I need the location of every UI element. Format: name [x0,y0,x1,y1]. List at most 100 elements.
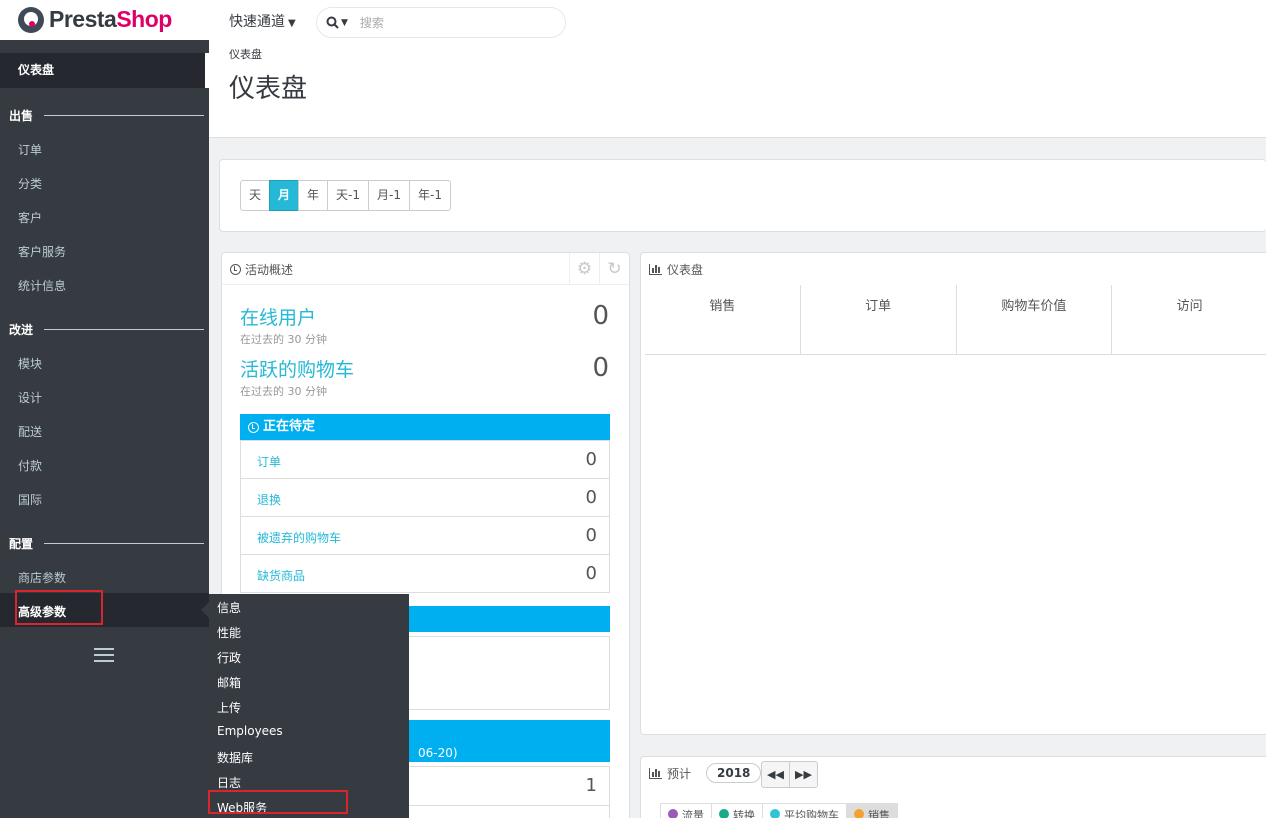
sidebar-item-shipping[interactable]: 配送 [18,423,42,440]
legend-average-cart[interactable]: 平均购物车 [762,803,847,818]
period-prev-day-button[interactable]: 天-1 [327,180,370,211]
sidebar-section-configure: 配置 [9,535,204,552]
forward-icon: ▶▶ [795,768,812,781]
caret-down-icon: ▼ [288,18,296,29]
menu-collapse-icon[interactable] [94,648,114,666]
forecast-legend: 流量 转换 平均购物车 销售 [660,803,898,818]
pending-header: 正在待定 [240,414,610,440]
backward-icon: ◀◀ [767,768,784,781]
search-box: ▼ [316,7,566,38]
legend-sales[interactable]: 销售 [846,803,898,818]
active-carts-value: 0 [592,353,609,383]
active-carts-link[interactable]: 活跃的购物车 [240,355,354,382]
sidebar-section-title: 出售 [9,109,34,123]
abandoned-carts-link[interactable]: 被遗弃的购物车 [257,529,341,546]
advanced-parameters-submenu: 信息 性能 行政 邮箱 上传 Employees 数据库 日志 Web服务 [201,594,409,818]
quick-access-label: 快速通道 [229,14,285,30]
sidebar-item-modules[interactable]: 模块 [18,355,42,372]
previous-year-button[interactable]: ◀◀ [761,761,790,788]
search-icon [326,16,339,29]
clock-icon [230,264,241,275]
quick-access-dropdown[interactable]: 快速通道 ▼ [229,11,296,31]
sidebar-item-design[interactable]: 设计 [18,389,42,406]
forecast-panel: 预计 2018 ◀◀ ▶▶ 流量 转换 平均购物车 销售 [640,756,1266,818]
sidebar-item-catalog[interactable]: 分类 [18,175,42,192]
caret-down-icon: ▼ [341,17,348,28]
section-divider [44,329,204,330]
online-users-value: 0 [592,301,609,331]
sidebar-item-customer-service[interactable]: 客户服务 [18,243,66,260]
customers-value: 1 [585,775,597,796]
tab-orders[interactable]: 订单 [801,285,957,354]
sidebar-item-dashboard[interactable]: 仪表盘 [0,53,209,88]
submenu-item-import[interactable]: 上传 [217,699,241,716]
tab-cart-value[interactable]: 购物车价值 [957,285,1113,354]
submenu-item-database[interactable]: 数据库 [217,749,253,766]
sidebar-item-stats[interactable]: 统计信息 [18,277,66,294]
period-month-button[interactable]: 月 [269,180,300,211]
online-users-note: 在过去的 30 分钟 [240,333,327,346]
search-input[interactable] [359,15,540,30]
legend-dot [854,809,864,818]
sidebar-item-orders[interactable]: 订单 [18,141,42,158]
pending-orders-link[interactable]: 订单 [257,453,281,470]
tab-visits[interactable]: 访问 [1112,285,1266,354]
year-badge: 2018 [706,763,762,783]
submenu-item-information[interactable]: 信息 [217,599,241,616]
prestashop-logo-icon [18,6,44,33]
submenu-item-employees[interactable]: Employees [217,724,283,738]
period-prev-year-button[interactable]: 年-1 [408,180,451,211]
pending-returns-link[interactable]: 退换 [257,491,281,508]
sidebar-section-sell: 出售 [9,107,204,124]
date-range-fragment: 06-20) [418,746,458,760]
refresh-icon[interactable]: ↻ [599,253,629,285]
dashboard-panel: 仪表盘 销售 订单 购物车价值 访问 [640,252,1266,735]
out-of-stock-value: 0 [585,563,597,584]
highlight-box [208,790,348,814]
pending-title: 正在待定 [263,419,316,434]
online-users-link[interactable]: 在线用户 [240,303,316,330]
bar-chart-icon [649,264,662,275]
sidebar-item-international[interactable]: 国际 [18,491,42,508]
sidebar-item-customers[interactable]: 客户 [18,209,42,226]
period-day-button[interactable]: 天 [240,180,271,211]
sidebar-item-shop-parameters[interactable]: 商店参数 [18,569,66,586]
search-type-dropdown[interactable]: ▼ [326,16,348,29]
list-item: 退换 0 [241,478,609,516]
panel-title: 预计 [667,767,692,781]
panel-header: 活动概述 ⚙ ↻ [222,253,629,285]
logo-text-part1: Presta [49,6,117,32]
legend-traffic[interactable]: 流量 [660,803,712,818]
prestashop-logo[interactable]: PrestaShop [18,6,172,33]
sidebar-item-payment[interactable]: 付款 [18,457,42,474]
page-header: 仪表盘 仪表盘 [209,40,1266,138]
submenu-item-email[interactable]: 邮箱 [217,674,241,691]
logo-text-part2: Shop [116,6,172,32]
pending-returns-value: 0 [585,487,597,508]
pending-orders-value: 0 [585,449,597,470]
tab-sales[interactable]: 销售 [645,285,801,354]
section-divider [44,543,204,544]
pending-list: 订单 0 退换 0 被遗弃的购物车 0 缺货商品 0 [240,440,610,593]
period-prev-month-button[interactable]: 月-1 [368,180,410,211]
legend-conversion[interactable]: 转换 [711,803,763,818]
top-header: PrestaShop 快速通道 ▼ ▼ [0,0,1266,40]
active-carts-note: 在过去的 30 分钟 [240,385,327,398]
submenu-item-administration[interactable]: 行政 [217,649,241,666]
breadcrumb[interactable]: 仪表盘 [229,46,262,62]
sidebar-section-improve: 改进 [9,321,204,338]
submenu-item-performance[interactable]: 性能 [217,624,241,641]
list-item: 被遗弃的购物车 0 [241,516,609,554]
section-divider [44,115,204,116]
period-year-button[interactable]: 年 [298,180,329,211]
next-year-button[interactable]: ▶▶ [789,761,818,788]
list-item: 缺货商品 0 [241,554,609,592]
legend-dot [770,809,780,818]
period-button-group: 天 月 年 天-1 月-1 年-1 [240,180,451,211]
bar-chart-icon [649,768,662,779]
submenu-item-logs[interactable]: 日志 [217,774,241,791]
gear-icon[interactable]: ⚙ [569,253,599,285]
sidebar-section-title: 改进 [9,323,34,337]
out-of-stock-link[interactable]: 缺货商品 [257,567,305,584]
page-title: 仪表盘 [229,74,308,104]
